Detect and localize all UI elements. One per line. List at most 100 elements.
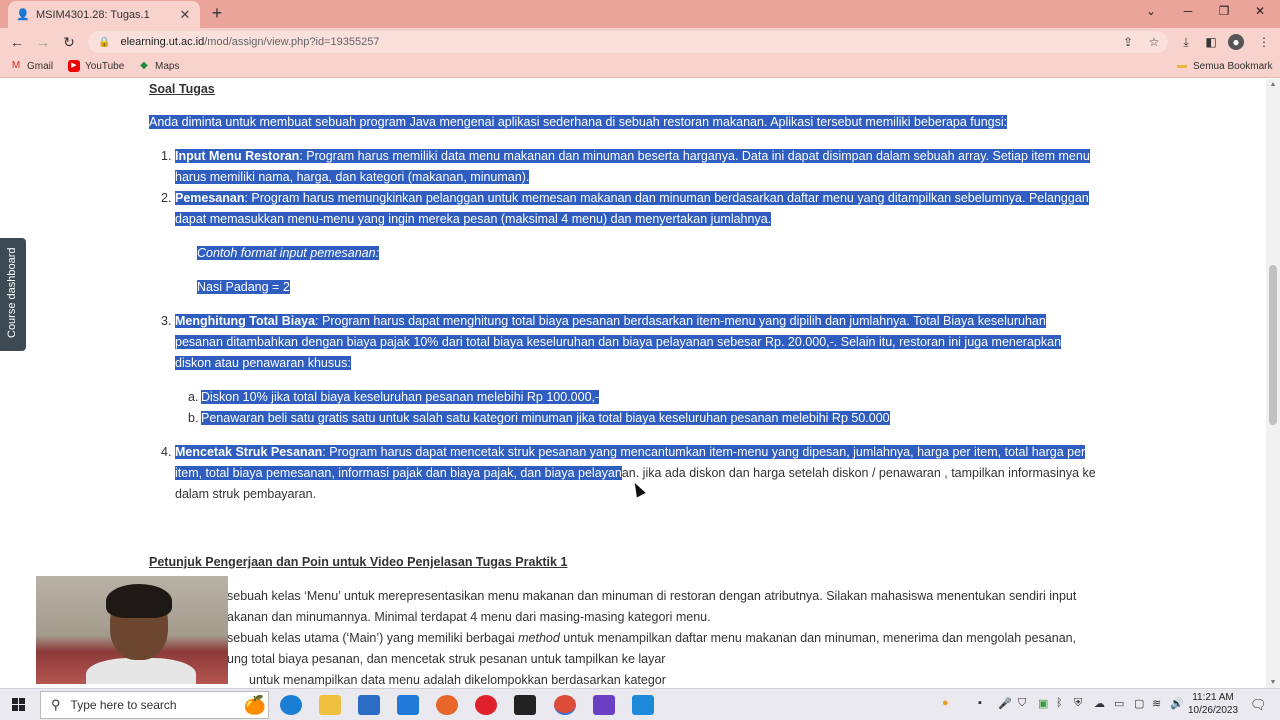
- item4-text-3: dalam struk pembayaran.: [175, 487, 317, 501]
- browser-toolbar: ← → ↻ 🔒 elearning.ut.ac.id/mod/assign/vi…: [0, 28, 1280, 56]
- item3-text: : Program harus dapat menghitung total b…: [315, 314, 1046, 328]
- item3-text-2: pesanan ditambahkan dengan biaya pajak 1…: [175, 335, 1062, 349]
- item-number: 4.: [161, 445, 172, 459]
- webcam-person-body: [86, 658, 196, 684]
- scrollbar-thumb[interactable]: [1269, 265, 1277, 425]
- menu-kebab-icon[interactable]: ⋮: [1256, 34, 1272, 50]
- all-bookmarks[interactable]: ▬ Semua Bookmark: [1176, 60, 1272, 72]
- forward-icon[interactable]: →: [34, 33, 52, 51]
- lock-icon: 🔒: [98, 36, 111, 48]
- browser-tab[interactable]: 👤 MSIM4301.28: Tugas.1 ✕: [8, 1, 200, 28]
- taskbar-clock[interactable]: 11:21 AM 10/26/2023: [1186, 691, 1240, 717]
- petunjuk-text-3: untuk menampilkan data menu adalah dikel…: [249, 673, 666, 687]
- url-host: elearning.ut.ac.id: [120, 36, 205, 48]
- heading-petunjuk: Petunjuk Pengerjaan dan Poin untuk Video…: [149, 555, 568, 569]
- scroll-up-icon[interactable]: ▲: [1269, 81, 1277, 88]
- maximize-icon[interactable]: ❐: [1214, 4, 1234, 18]
- clock-date: 10/26/2023: [1187, 705, 1239, 716]
- volume-icon[interactable]: 🔊: [1170, 697, 1184, 710]
- item2-title: Pemesanan: [175, 191, 245, 205]
- maps-icon: ◆: [140, 60, 148, 71]
- page-scrollbar[interactable]: ▲ ▼: [1266, 79, 1280, 688]
- course-dashboard-tab[interactable]: Course dashboard: [0, 238, 26, 351]
- tray-shield-icon[interactable]: ⛨: [1074, 697, 1082, 710]
- item2-text: : Program harus memungkinkan pelanggan u…: [244, 191, 1089, 205]
- intellij-icon[interactable]: [514, 695, 536, 715]
- profile-avatar-icon[interactable]: ●: [1228, 34, 1244, 50]
- chrome-icon[interactable]: [554, 695, 576, 715]
- new-tab-button[interactable]: +: [208, 4, 226, 22]
- bookmarks-bar: M Gmail ▶ YouTube ◆ Maps ▬ Semua Bookmar…: [0, 56, 1280, 78]
- mail-icon[interactable]: [397, 695, 419, 715]
- reload-icon[interactable]: ↻: [60, 33, 78, 51]
- item1-title: Input Menu Restoran: [175, 149, 300, 163]
- wifi-icon[interactable]: ≋: [1152, 697, 1161, 710]
- course-dashboard-label: Course dashboard: [6, 247, 18, 338]
- tray-device-icon[interactable]: ▢: [1134, 697, 1144, 710]
- search-icon: ⚲: [51, 697, 61, 712]
- file-explorer-icon[interactable]: [319, 695, 341, 715]
- share-icon[interactable]: ⇪: [1120, 34, 1136, 50]
- item1-text: : Program harus memiliki data menu makan…: [299, 149, 1090, 163]
- example-value: Nasi Padang = 2: [197, 280, 290, 294]
- bookmark-label: YouTube: [85, 60, 125, 72]
- folder-icon: ▬: [1177, 60, 1187, 71]
- item-number: 2.: [161, 191, 172, 205]
- item2-text-2: dapat memasukkan menu-menu yang ingin me…: [175, 212, 772, 226]
- tab-search-icon[interactable]: ⌄: [1141, 4, 1161, 18]
- bookmark-label: Maps: [155, 60, 180, 72]
- nvidia-icon[interactable]: ▣: [1038, 697, 1048, 710]
- notifications-icon[interactable]: 🗨: [1250, 697, 1267, 713]
- sub-item-a: Diskon 10% jika total biaya keseluruhan …: [201, 390, 600, 404]
- shield-icon[interactable]: ⛉: [1018, 697, 1026, 710]
- bookmark-gmail[interactable]: M Gmail: [10, 60, 53, 72]
- petunjuk-text-2c: ung total biaya pesanan, dan mencetak st…: [227, 652, 666, 666]
- edge-icon[interactable]: [280, 695, 302, 715]
- clock-time: 11:21 AM: [1192, 692, 1234, 703]
- item3-text-3: diskon atau penawaran khusus:: [175, 356, 351, 370]
- address-bar[interactable]: 🔒 elearning.ut.ac.id/mod/assign/view.php…: [88, 31, 1168, 53]
- search-highlight-icon: 🍊: [243, 695, 266, 715]
- bookmark-youtube[interactable]: ▶ YouTube: [68, 60, 124, 72]
- item4-title: Mencetak Struk Pesanan: [175, 445, 323, 459]
- monitor-icon[interactable]: ▭: [1114, 697, 1124, 710]
- clipchamp-icon[interactable]: [593, 695, 615, 715]
- notification-badge-icon[interactable]: ●: [942, 697, 949, 709]
- sub-letter: a.: [188, 390, 199, 404]
- petunjuk-text-1b: akanan dan minumannya. Minimal terdapat …: [227, 610, 711, 624]
- opera-icon[interactable]: [475, 695, 497, 715]
- item4-text-2-rest: an. jika ada diskon dan harga setelah di…: [621, 466, 1096, 480]
- taskbar-search[interactable]: ⚲ Type here to search 🍊: [40, 691, 269, 719]
- petunjuk-text-2b: untuk menampilkan daftar menu makanan da…: [559, 631, 1077, 645]
- petunjuk-text-1: sebuah kelas ‘Menu’ untuk merepresentasi…: [227, 589, 1077, 603]
- bluetooth-icon[interactable]: ᛒ: [1056, 697, 1063, 709]
- tray-app-icon[interactable]: ▪: [978, 697, 982, 709]
- back-icon[interactable]: ←: [8, 33, 26, 51]
- close-window-icon[interactable]: ✕: [1250, 4, 1270, 18]
- scroll-down-icon[interactable]: ▼: [1269, 679, 1277, 686]
- url-path: /mod/assign/view.php?id=19355257: [204, 36, 380, 48]
- onedrive-icon[interactable]: ☁: [1094, 697, 1105, 710]
- tab-title: MSIM4301.28: Tugas.1: [36, 8, 150, 21]
- close-tab-icon[interactable]: ✕: [178, 7, 192, 23]
- heading-soal-tugas: Soal Tugas: [149, 82, 215, 96]
- bookmark-star-icon[interactable]: ☆: [1146, 34, 1162, 50]
- app-window-icon[interactable]: [632, 695, 654, 715]
- firefox-icon[interactable]: [436, 695, 458, 715]
- download-icon[interactable]: ⤓: [1178, 34, 1194, 50]
- microphone-icon[interactable]: 🎤: [998, 697, 1012, 710]
- item1-text-2: harus memiliki nama, harga, dan kategori…: [175, 170, 530, 184]
- item3-title: Menghitung Total Biaya: [175, 314, 316, 328]
- example-label: Contoh format input pemesanan:: [197, 246, 380, 260]
- windows-start-icon[interactable]: [12, 698, 26, 712]
- method-word: method: [518, 631, 560, 645]
- sub-item-b: Penawaran beli satu gratis satu untuk sa…: [201, 411, 890, 425]
- webcam-overlay: [36, 576, 228, 684]
- bookmark-maps[interactable]: ◆ Maps: [138, 60, 179, 72]
- minimize-icon[interactable]: ─: [1178, 4, 1198, 18]
- bookmark-label: Semua Bookmark: [1193, 60, 1273, 72]
- item-number: 3.: [161, 314, 172, 328]
- side-panel-icon[interactable]: ◧: [1203, 34, 1219, 50]
- store-icon[interactable]: [358, 695, 380, 715]
- search-placeholder: Type here to search: [70, 698, 177, 712]
